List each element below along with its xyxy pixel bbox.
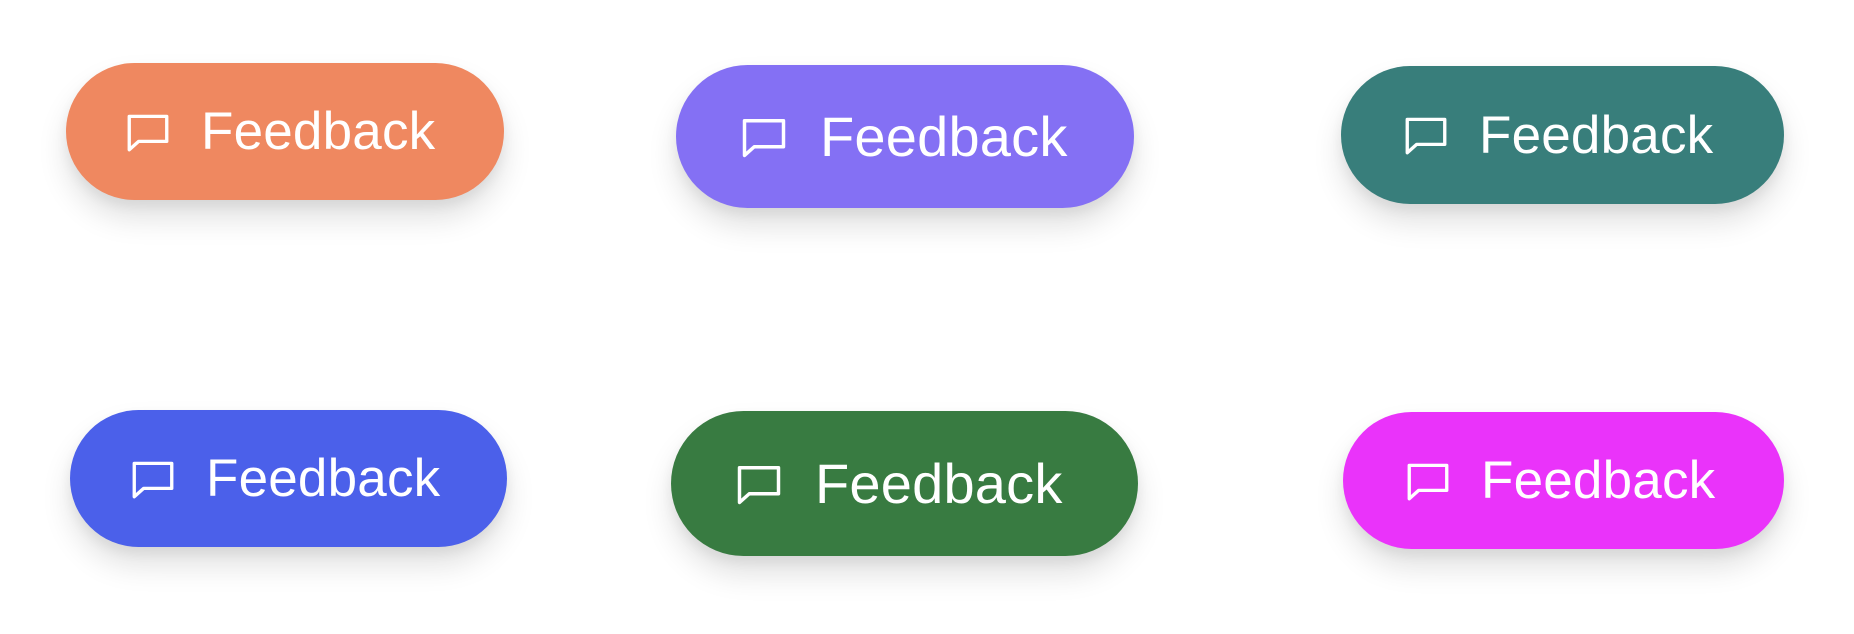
feedback-button-label: Feedback bbox=[1481, 451, 1716, 510]
feedback-button-orange[interactable]: Feedback bbox=[66, 63, 504, 200]
feedback-button-magenta[interactable]: Feedback bbox=[1343, 412, 1784, 549]
feedback-button-label: Feedback bbox=[201, 102, 436, 161]
message-square-icon bbox=[733, 458, 785, 510]
feedback-button-label: Feedback bbox=[815, 451, 1063, 515]
feedback-button-teal[interactable]: Feedback bbox=[1341, 66, 1784, 204]
message-square-icon bbox=[123, 107, 173, 157]
feedback-button-label: Feedback bbox=[206, 449, 441, 508]
message-square-icon bbox=[1401, 110, 1451, 160]
message-square-icon bbox=[1403, 456, 1453, 506]
feedback-button-label: Feedback bbox=[820, 104, 1068, 168]
message-square-icon bbox=[128, 454, 178, 504]
feedback-button-label: Feedback bbox=[1479, 105, 1714, 165]
feedback-button-blue[interactable]: Feedback bbox=[70, 410, 507, 547]
feedback-buttons-canvas: Feedback Feedback Feedback Feedback Feed… bbox=[0, 0, 1854, 634]
feedback-button-purple[interactable]: Feedback bbox=[676, 65, 1134, 208]
feedback-button-green[interactable]: Feedback bbox=[671, 411, 1138, 556]
message-square-icon bbox=[738, 111, 790, 163]
